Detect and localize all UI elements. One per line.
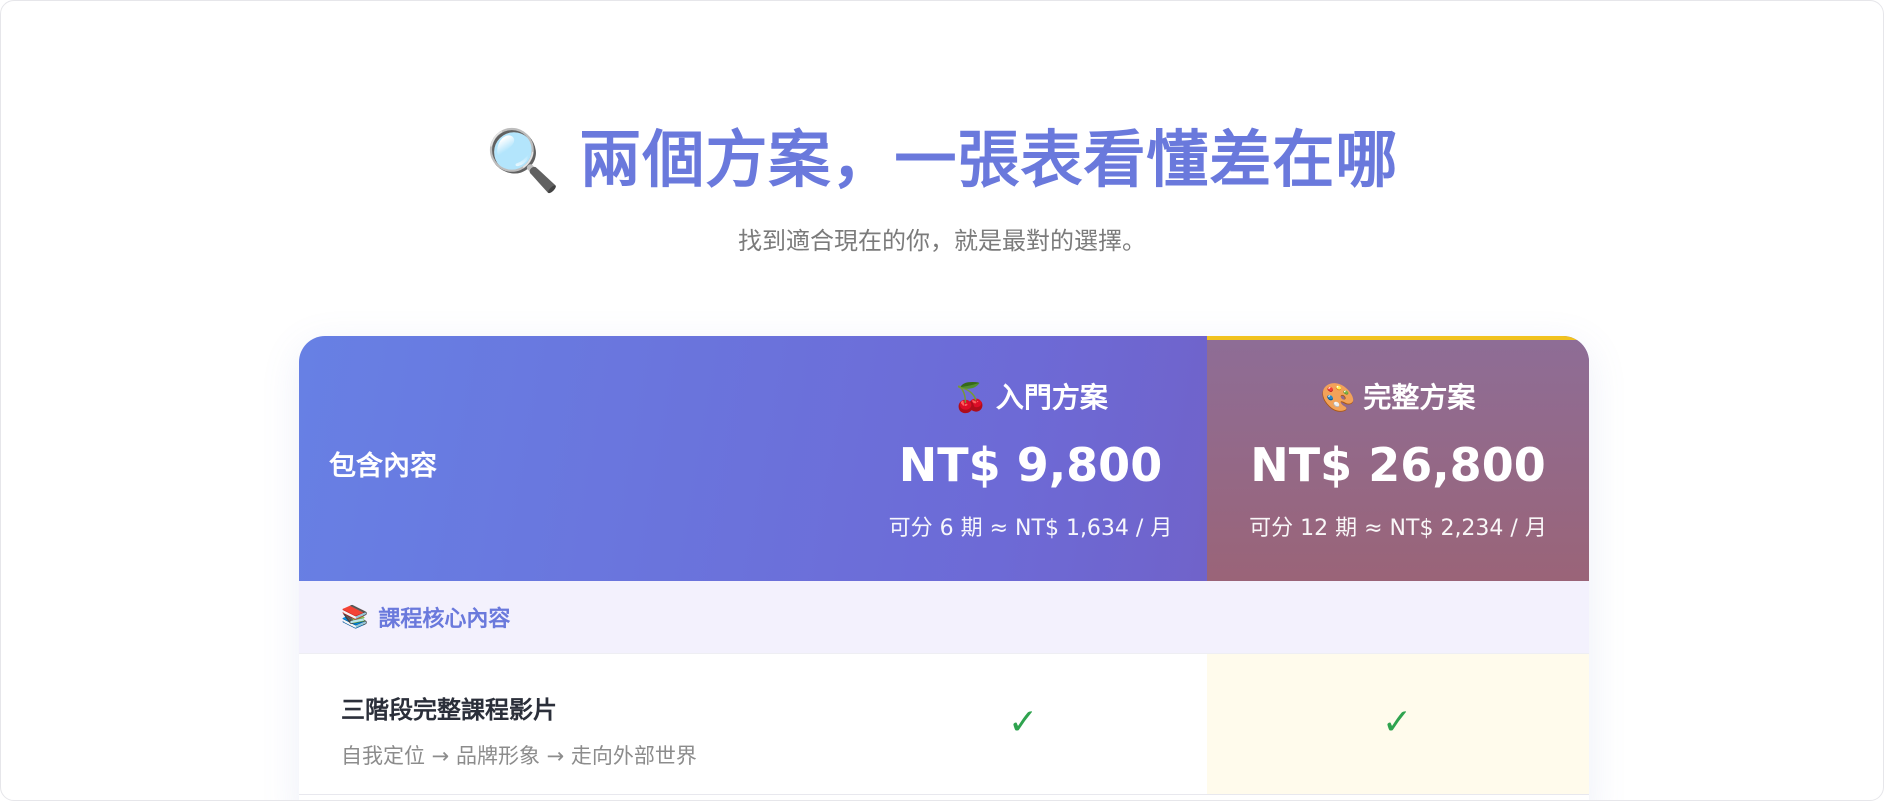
- plan-name-full: 🎨 完整方案: [1207, 376, 1589, 416]
- plan-price-basic: NT$ 9,800: [898, 438, 1163, 492]
- content-column-header: 包含內容: [329, 451, 437, 482]
- check-icon-basic: ✓: [1008, 702, 1039, 743]
- comparison-page: 🔍 兩個方案，一張表看懂差在哪 找到適合現在的你，就是最對的選擇。 包含內容 🍒 入…: [0, 0, 1884, 801]
- check-icon-full: ✓: [1382, 702, 1413, 743]
- plan-name-basic-text: 入門方案: [995, 381, 1108, 414]
- plan-installment-basic: 可分 6 期 ≈ NT$ 1,634 / 月: [888, 516, 1173, 541]
- palette-icon: 🎨: [1320, 381, 1356, 414]
- plan-name-basic: 🍒 入門方案: [854, 376, 1207, 416]
- table-header: 包含內容 🍒 入門方案 NT$ 9,800 可分 6 期 ≈ NT$ 1,634 …: [299, 336, 1589, 581]
- books-icon: 📚: [341, 604, 369, 630]
- row-divider: [299, 794, 1589, 795]
- feature-description: 自我定位 → 品牌形象 → 走向外部世界: [341, 744, 697, 768]
- cherry-icon: 🍒: [953, 381, 988, 414]
- plan-column-basic: 🍒 入門方案 NT$ 9,800 可分 6 期 ≈ NT$ 1,634 / 月: [854, 336, 1207, 581]
- plan-name-full-text: 完整方案: [1363, 381, 1476, 414]
- plan-column-full: 🎨 完整方案 NT$ 26,800 可分 12 期 ≈ NT$ 2,234 / 月: [1207, 336, 1589, 581]
- table-row: 三階段完整課程影片 自我定位 → 品牌形象 → 走向外部世界 ✓ ✓: [299, 653, 1589, 795]
- magnifier-icon: 🔍: [485, 126, 562, 196]
- page-title: 🔍 兩個方案，一張表看懂差在哪: [1, 109, 1883, 199]
- plan-comparison-table: 包含內容 🍒 入門方案 NT$ 9,800 可分 6 期 ≈ NT$ 1,634 …: [299, 336, 1589, 800]
- page-title-text: 兩個方案，一張表看懂差在哪: [579, 123, 1399, 196]
- plan-installment-full: 可分 12 期 ≈ NT$ 2,234 / 月: [1249, 516, 1547, 541]
- section-title: 課程核心內容: [378, 607, 511, 632]
- plan-price-full: NT$ 26,800: [1250, 438, 1546, 492]
- feature-title: 三階段完整課程影片: [341, 696, 557, 724]
- page-subtitle: 找到適合現在的你，就是最對的選擇。: [738, 227, 1146, 255]
- section-header-core: 📚 課程核心內容: [299, 581, 1589, 653]
